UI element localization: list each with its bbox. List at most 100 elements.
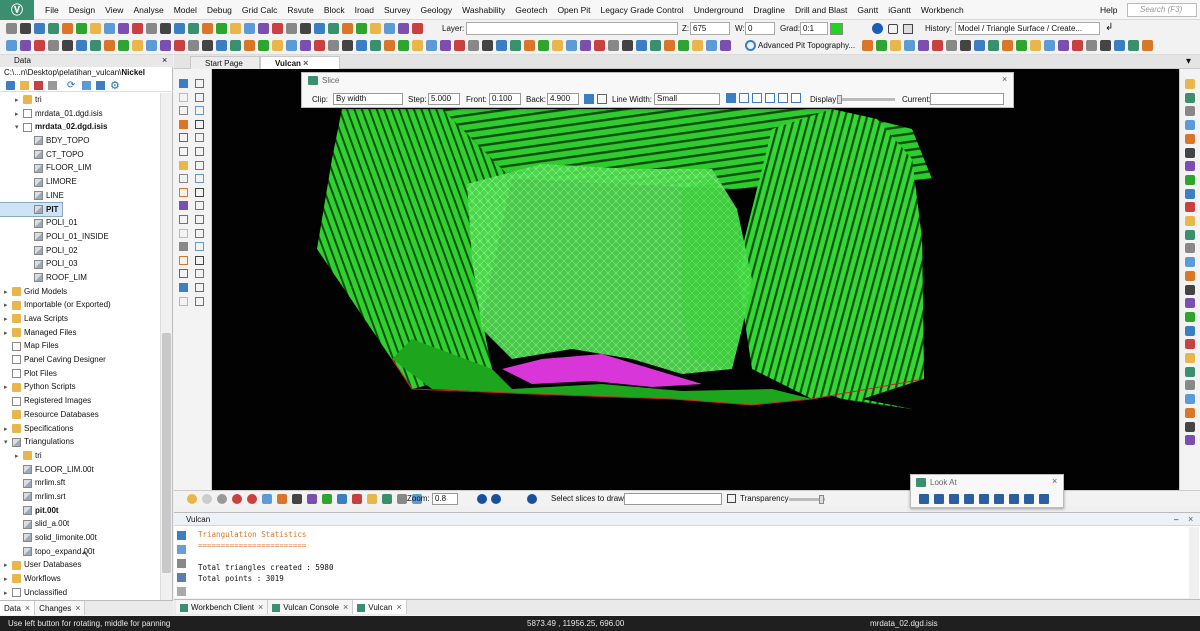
console-clear-icon[interactable] (177, 587, 186, 596)
tool2r-2-icon[interactable] (875, 40, 887, 51)
tool2-8-icon[interactable] (103, 40, 115, 51)
menu-legacy-grade-control[interactable]: Legacy Grade Control (596, 5, 689, 15)
tool-9-icon[interactable] (117, 23, 129, 34)
menu-analyse[interactable]: Analyse (128, 5, 168, 15)
right-tool-10-icon[interactable] (1185, 202, 1195, 213)
tool-10-icon[interactable] (131, 23, 143, 34)
draw-tool-7-icon[interactable] (179, 119, 188, 129)
undo-history-icon[interactable]: ↲ (1105, 22, 1113, 33)
draw-tool-30-icon[interactable] (195, 269, 204, 279)
menu-underground[interactable]: Underground (689, 5, 749, 15)
tree-item[interactable]: ▾ mrdata_02.dgd.isis (0, 120, 160, 134)
tool2-46-icon[interactable] (635, 40, 647, 51)
tree-item[interactable]: ▾ Triangulations (0, 435, 160, 449)
draw-tool-22-icon[interactable] (195, 215, 204, 224)
expand-arrow-icon[interactable]: ▸ (4, 559, 12, 573)
tool2-38-icon[interactable] (523, 40, 535, 51)
menu-iroad[interactable]: Iroad (350, 5, 379, 15)
back-field[interactable]: 4.900 (547, 93, 579, 105)
tool2-45-icon[interactable] (621, 40, 633, 51)
tool-29-icon[interactable] (397, 23, 409, 34)
tool-18-icon[interactable] (243, 23, 255, 34)
tool2r-16-icon[interactable] (1071, 40, 1083, 51)
tree-item[interactable]: POLI_03 (0, 257, 160, 271)
menu-design[interactable]: Design (64, 5, 100, 15)
console-close-icon[interactable]: × (1188, 513, 1193, 526)
draw-tool-26-icon[interactable] (195, 242, 204, 252)
tool-13-icon[interactable] (173, 23, 185, 34)
bottom-tab-workbench-client[interactable]: Workbench Client × (176, 600, 269, 614)
right-tool-19-icon[interactable] (1185, 325, 1195, 336)
menu-view[interactable]: View (100, 5, 128, 15)
right-tool-16-icon[interactable] (1185, 284, 1195, 295)
right-tool-8-icon[interactable] (1185, 174, 1195, 185)
right-tool-25-icon[interactable] (1185, 407, 1195, 418)
tab-close-icon[interactable]: × (75, 603, 80, 613)
draw-tool-32-icon[interactable] (195, 283, 204, 292)
slice-first-icon[interactable] (726, 93, 736, 103)
tool-28-icon[interactable] (383, 23, 395, 34)
right-tool-13-icon[interactable] (1185, 243, 1195, 254)
tree-item[interactable]: solid_limonite.00t (0, 531, 160, 545)
right-tool-3-icon[interactable] (1185, 106, 1195, 117)
tool2r-7-icon[interactable] (945, 40, 957, 51)
tool-23-icon[interactable] (313, 23, 325, 34)
tool2-13-icon[interactable] (173, 40, 185, 51)
tool-15-icon[interactable] (201, 23, 213, 34)
draw-tool-24-icon[interactable] (195, 228, 204, 238)
tool2-4-icon[interactable] (47, 40, 59, 51)
right-tool-2-icon[interactable] (1185, 92, 1195, 103)
select-slices-dropdown[interactable] (624, 493, 722, 505)
look-at-view-3-icon[interactable] (949, 494, 959, 504)
draw-tool-34-icon[interactable] (195, 296, 204, 306)
draw-tool-20-icon[interactable] (195, 201, 204, 211)
right-tool-27-icon[interactable] (1185, 435, 1195, 446)
view-tool-3-icon[interactable] (216, 494, 227, 504)
view-tool-5-icon[interactable] (246, 494, 257, 504)
tool-14-icon[interactable] (187, 23, 199, 34)
menu-debug[interactable]: Debug (202, 5, 237, 15)
apply-slice-icon[interactable] (584, 94, 594, 104)
tool2r-10-icon[interactable] (987, 40, 999, 51)
expand-arrow-icon[interactable]: ▸ (4, 286, 12, 300)
view-tool-9-icon[interactable] (306, 494, 317, 504)
tree-item[interactable]: CT_TOPO (0, 148, 160, 162)
right-tool-1-icon[interactable] (1185, 79, 1195, 89)
draw-tool-33-icon[interactable] (179, 296, 188, 306)
layer-edit-icon[interactable] (903, 24, 913, 34)
tool2-41-icon[interactable] (565, 40, 577, 51)
tool2-9-icon[interactable] (117, 40, 129, 51)
tab-vulcan[interactable]: Vulcan × (260, 56, 340, 69)
clip-dropdown[interactable]: By width (333, 93, 403, 105)
tree-item[interactable]: ▸ Lava Scripts (0, 312, 160, 326)
tree-item[interactable]: PIT (0, 201, 64, 218)
tool2-51-icon[interactable] (705, 40, 717, 51)
current-dropdown[interactable] (930, 93, 1004, 105)
view-tool-4-icon[interactable] (231, 494, 242, 504)
menu-washability[interactable]: Washability (457, 5, 510, 15)
tree-item[interactable]: ▸ Managed Files (0, 326, 160, 340)
tree-item[interactable]: topo_expand.00t ↖ (0, 545, 160, 559)
expand-arrow-icon[interactable]: ▸ (15, 94, 23, 108)
tool2-28-icon[interactable] (383, 40, 395, 51)
tree-item[interactable]: mrlim.sft (0, 476, 160, 490)
tool-4-icon[interactable] (47, 23, 59, 34)
draw-tool-19-icon[interactable] (179, 201, 188, 211)
layer-settings-icon[interactable] (888, 24, 898, 34)
tool2r-12-icon[interactable] (1015, 40, 1027, 51)
tool-16-icon[interactable] (215, 23, 227, 34)
tool2-25-icon[interactable] (341, 40, 353, 51)
tool2-42-icon[interactable] (579, 40, 591, 51)
tree-item[interactable]: ▸ tri (0, 449, 160, 463)
tree-item[interactable]: ▸ tri (0, 93, 160, 107)
expand-arrow-icon[interactable]: ▸ (4, 587, 12, 601)
expand-arrow-icon[interactable]: ▸ (4, 423, 12, 437)
globe-icon[interactable] (477, 494, 487, 504)
view-tool-7-icon[interactable] (276, 494, 287, 504)
menu-grid-calc[interactable]: Grid Calc (237, 5, 282, 15)
draw-tool-27-icon[interactable] (179, 255, 188, 265)
tab-data[interactable]: Data × (0, 601, 36, 615)
tree-item[interactable]: ROOF_LIM (0, 271, 160, 285)
tool-27-icon[interactable] (369, 23, 381, 34)
tool2-17-icon[interactable] (229, 40, 241, 51)
